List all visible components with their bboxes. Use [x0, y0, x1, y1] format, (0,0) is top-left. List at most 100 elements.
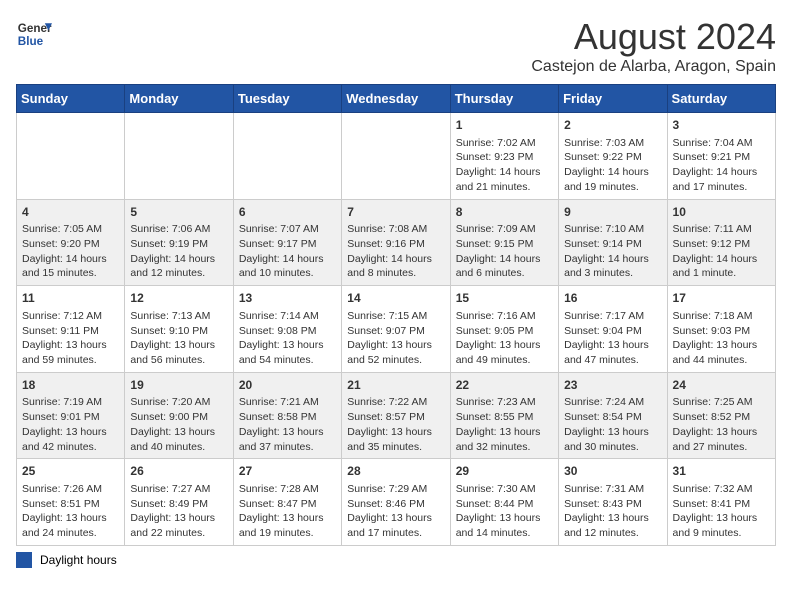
- logo-icon: General Blue: [16, 16, 52, 52]
- calendar-header: SundayMondayTuesdayWednesdayThursdayFrid…: [17, 85, 776, 113]
- calendar-cell: 22Sunrise: 7:23 AM Sunset: 8:55 PM Dayli…: [450, 372, 558, 459]
- day-header-saturday: Saturday: [667, 85, 775, 113]
- day-number: 16: [564, 290, 661, 307]
- day-info: Sunrise: 7:11 AM Sunset: 9:12 PM Dayligh…: [673, 222, 770, 281]
- day-header-wednesday: Wednesday: [342, 85, 450, 113]
- day-number: 3: [673, 117, 770, 134]
- day-number: 22: [456, 377, 553, 394]
- day-info: Sunrise: 7:25 AM Sunset: 8:52 PM Dayligh…: [673, 395, 770, 454]
- day-info: Sunrise: 7:13 AM Sunset: 9:10 PM Dayligh…: [130, 309, 227, 368]
- calendar-cell: 24Sunrise: 7:25 AM Sunset: 8:52 PM Dayli…: [667, 372, 775, 459]
- subtitle: Castejon de Alarba, Aragon, Spain: [531, 58, 776, 76]
- day-number: 18: [22, 377, 119, 394]
- day-info: Sunrise: 7:04 AM Sunset: 9:21 PM Dayligh…: [673, 136, 770, 195]
- day-number: 11: [22, 290, 119, 307]
- day-header-thursday: Thursday: [450, 85, 558, 113]
- calendar-cell: 5Sunrise: 7:06 AM Sunset: 9:19 PM Daylig…: [125, 199, 233, 286]
- day-number: 23: [564, 377, 661, 394]
- week-row-2: 4Sunrise: 7:05 AM Sunset: 9:20 PM Daylig…: [17, 199, 776, 286]
- calendar-cell: 2Sunrise: 7:03 AM Sunset: 9:22 PM Daylig…: [559, 113, 667, 200]
- day-info: Sunrise: 7:18 AM Sunset: 9:03 PM Dayligh…: [673, 309, 770, 368]
- calendar-cell: 23Sunrise: 7:24 AM Sunset: 8:54 PM Dayli…: [559, 372, 667, 459]
- day-number: 19: [130, 377, 227, 394]
- calendar-table: SundayMondayTuesdayWednesdayThursdayFrid…: [16, 84, 776, 546]
- day-info: Sunrise: 7:27 AM Sunset: 8:49 PM Dayligh…: [130, 482, 227, 541]
- day-info: Sunrise: 7:23 AM Sunset: 8:55 PM Dayligh…: [456, 395, 553, 454]
- calendar-cell: 9Sunrise: 7:10 AM Sunset: 9:14 PM Daylig…: [559, 199, 667, 286]
- calendar-cell: 15 Sunrise: 7:16 AM Sunset: 9:05 PM Dayli…: [450, 286, 558, 373]
- day-info: Sunrise: 7:26 AM Sunset: 8:51 PM Dayligh…: [22, 482, 119, 541]
- day-number: 6: [239, 204, 336, 221]
- day-header-tuesday: Tuesday: [233, 85, 341, 113]
- main-title: August 2024: [531, 16, 776, 58]
- calendar-cell: 7Sunrise: 7:08 AM Sunset: 9:16 PM Daylig…: [342, 199, 450, 286]
- day-number: 21: [347, 377, 444, 394]
- day-info: Sunrise: 7:19 AM Sunset: 9:01 PM Dayligh…: [22, 395, 119, 454]
- calendar-cell: 10Sunrise: 7:11 AM Sunset: 9:12 PM Dayli…: [667, 199, 775, 286]
- calendar-cell: 16 Sunrise: 7:17 AM Sunset: 9:04 PM Dayli…: [559, 286, 667, 373]
- footer: Daylight hours: [16, 552, 776, 568]
- day-number: 29: [456, 463, 553, 480]
- calendar-cell: 3 Sunrise: 7:04 AM Sunset: 9:21 PM Daylig…: [667, 113, 775, 200]
- day-number: 17: [673, 290, 770, 307]
- day-info: Sunrise: 7:15 AM Sunset: 9:07 PM Dayligh…: [347, 309, 444, 368]
- calendar-cell: [125, 113, 233, 200]
- day-info: Sunrise: 7:22 AM Sunset: 8:57 PM Dayligh…: [347, 395, 444, 454]
- calendar-cell: 8Sunrise: 7:09 AM Sunset: 9:15 PM Daylig…: [450, 199, 558, 286]
- day-info: Sunrise: 7:24 AM Sunset: 8:54 PM Dayligh…: [564, 395, 661, 454]
- calendar-cell: 11 Sunrise: 7:12 AM Sunset: 9:11 PM Dayli…: [17, 286, 125, 373]
- title-section: August 2024 Castejon de Alarba, Aragon, …: [531, 16, 776, 76]
- calendar-cell: [17, 113, 125, 200]
- day-info: Sunrise: 7:05 AM Sunset: 9:20 PM Dayligh…: [22, 222, 119, 281]
- day-info: Sunrise: 7:21 AM Sunset: 8:58 PM Dayligh…: [239, 395, 336, 454]
- day-number: 15: [456, 290, 553, 307]
- legend-label: Daylight hours: [40, 553, 117, 567]
- calendar-cell: 18Sunrise: 7:19 AM Sunset: 9:01 PM Dayli…: [17, 372, 125, 459]
- day-number: 26: [130, 463, 227, 480]
- calendar-cell: 13Sunrise: 7:14 AM Sunset: 9:08 PM Dayli…: [233, 286, 341, 373]
- calendar-cell: 20Sunrise: 7:21 AM Sunset: 8:58 PM Dayli…: [233, 372, 341, 459]
- calendar-cell: 14 Sunrise: 7:15 AM Sunset: 9:07 PM Dayli…: [342, 286, 450, 373]
- day-info: Sunrise: 7:16 AM Sunset: 9:05 PM Dayligh…: [456, 309, 553, 368]
- day-info: Sunrise: 7:02 AM Sunset: 9:23 PM Dayligh…: [456, 136, 553, 195]
- calendar-cell: 31 Sunrise: 7:32 AM Sunset: 8:41 PM Dayli…: [667, 459, 775, 546]
- calendar-cell: 25Sunrise: 7:26 AM Sunset: 8:51 PM Dayli…: [17, 459, 125, 546]
- day-number: 27: [239, 463, 336, 480]
- day-info: Sunrise: 7:30 AM Sunset: 8:44 PM Dayligh…: [456, 482, 553, 541]
- day-info: Sunrise: 7:08 AM Sunset: 9:16 PM Dayligh…: [347, 222, 444, 281]
- day-info: Sunrise: 7:07 AM Sunset: 9:17 PM Dayligh…: [239, 222, 336, 281]
- day-number: 28: [347, 463, 444, 480]
- day-info: Sunrise: 7:28 AM Sunset: 8:47 PM Dayligh…: [239, 482, 336, 541]
- calendar-cell: 30Sunrise: 7:31 AM Sunset: 8:43 PM Dayli…: [559, 459, 667, 546]
- day-number: 10: [673, 204, 770, 221]
- week-row-3: 11 Sunrise: 7:12 AM Sunset: 9:11 PM Dayli…: [17, 286, 776, 373]
- calendar-cell: 19Sunrise: 7:20 AM Sunset: 9:00 PM Dayli…: [125, 372, 233, 459]
- day-number: 24: [673, 377, 770, 394]
- day-number: 14: [347, 290, 444, 307]
- day-number: 7: [347, 204, 444, 221]
- calendar-cell: [342, 113, 450, 200]
- day-number: 12: [130, 290, 227, 307]
- day-number: 31: [673, 463, 770, 480]
- calendar-cell: 21Sunrise: 7:22 AM Sunset: 8:57 PM Dayli…: [342, 372, 450, 459]
- calendar-cell: 6Sunrise: 7:07 AM Sunset: 9:17 PM Daylig…: [233, 199, 341, 286]
- day-info: Sunrise: 7:06 AM Sunset: 9:19 PM Dayligh…: [130, 222, 227, 281]
- calendar-cell: 26 Sunrise: 7:27 AM Sunset: 8:49 PM Dayli…: [125, 459, 233, 546]
- day-info: Sunrise: 7:17 AM Sunset: 9:04 PM Dayligh…: [564, 309, 661, 368]
- week-row-5: 25Sunrise: 7:26 AM Sunset: 8:51 PM Dayli…: [17, 459, 776, 546]
- day-info: Sunrise: 7:32 AM Sunset: 8:41 PM Dayligh…: [673, 482, 770, 541]
- day-number: 20: [239, 377, 336, 394]
- day-info: Sunrise: 7:31 AM Sunset: 8:43 PM Dayligh…: [564, 482, 661, 541]
- day-info: Sunrise: 7:14 AM Sunset: 9:08 PM Dayligh…: [239, 309, 336, 368]
- calendar-cell: 12 Sunrise: 7:13 AM Sunset: 9:10 PM Dayli…: [125, 286, 233, 373]
- calendar-cell: 1 Sunrise: 7:02 AM Sunset: 9:23 PM Daylig…: [450, 113, 558, 200]
- day-number: 9: [564, 204, 661, 221]
- calendar-cell: 29 Sunrise: 7:30 AM Sunset: 8:44 PM Dayli…: [450, 459, 558, 546]
- week-row-1: 1 Sunrise: 7:02 AM Sunset: 9:23 PM Daylig…: [17, 113, 776, 200]
- logo: General Blue: [16, 16, 52, 52]
- calendar-cell: 28Sunrise: 7:29 AM Sunset: 8:46 PM Dayli…: [342, 459, 450, 546]
- svg-text:Blue: Blue: [18, 35, 44, 48]
- day-number: 1: [456, 117, 553, 134]
- calendar-cell: [233, 113, 341, 200]
- day-info: Sunrise: 7:12 AM Sunset: 9:11 PM Dayligh…: [22, 309, 119, 368]
